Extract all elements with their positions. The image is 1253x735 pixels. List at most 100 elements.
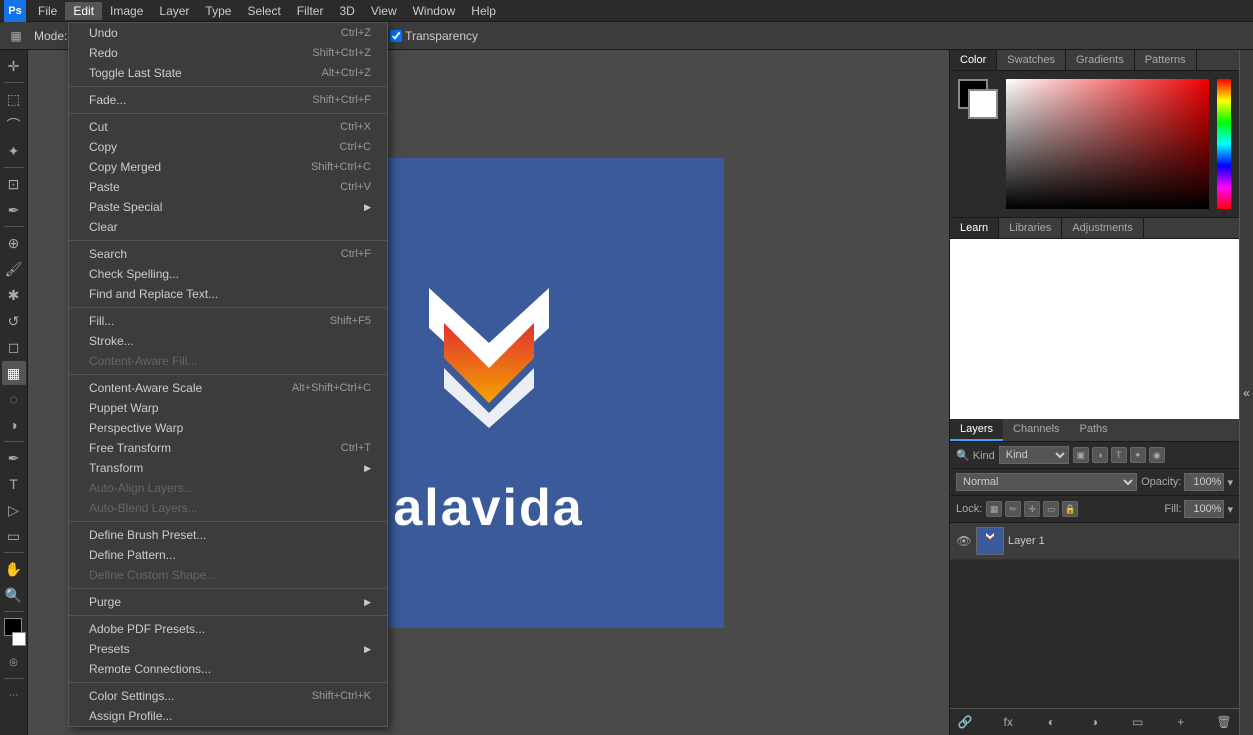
adjustment-layer-icon[interactable]: ◑	[1085, 713, 1103, 731]
tool-move[interactable]: ✛	[2, 54, 26, 78]
menu-item-toggle-last-state[interactable]: Toggle Last StateAlt+Ctrl+Z	[69, 63, 387, 83]
menu-item-paste-special[interactable]: Paste Special	[69, 197, 387, 217]
lock-all-icon[interactable]: 🔒	[1062, 501, 1078, 517]
menu-item-clear[interactable]: Clear	[69, 217, 387, 237]
tool-magic-wand[interactable]: ✦	[2, 139, 26, 163]
menu-item-copy-merged[interactable]: Copy MergedShift+Ctrl+C	[69, 157, 387, 177]
filter-type-icon[interactable]: T	[1111, 447, 1127, 463]
tab-paths[interactable]: Paths	[1070, 419, 1118, 441]
menu-item-search[interactable]: SearchCtrl+F	[69, 244, 387, 264]
tab-layers[interactable]: Layers	[950, 419, 1003, 441]
tool-extra[interactable]: ⋯	[2, 683, 26, 707]
tool-healing[interactable]: ⊕	[2, 231, 26, 255]
filter-kind-select[interactable]: Kind	[999, 446, 1069, 464]
menu-help[interactable]: Help	[463, 2, 504, 20]
lock-move-icon[interactable]: ✛	[1024, 501, 1040, 517]
tab-libraries[interactable]: Libraries	[999, 218, 1062, 238]
menu-select[interactable]: Select	[239, 2, 288, 20]
lock-artboard-icon[interactable]: ▭	[1043, 501, 1059, 517]
menu-item-puppet-warp[interactable]: Puppet Warp	[69, 398, 387, 418]
tab-patterns[interactable]: Patterns	[1135, 50, 1197, 70]
tool-hand[interactable]: ✋	[2, 557, 26, 581]
menu-item-color-settings---[interactable]: Color Settings...Shift+Ctrl+K	[69, 686, 387, 706]
transparency-checkbox-label[interactable]: Transparency	[390, 29, 478, 43]
tab-adjustments[interactable]: Adjustments	[1062, 218, 1144, 238]
tool-clone[interactable]: ✱	[2, 283, 26, 307]
menu-item-fill---[interactable]: Fill...Shift+F5	[69, 311, 387, 331]
color-gradient-picker[interactable]	[1006, 79, 1209, 209]
tab-channels[interactable]: Channels	[1003, 419, 1069, 441]
menu-item-stroke---[interactable]: Stroke...	[69, 331, 387, 351]
tool-zoom[interactable]: 🔍	[2, 583, 26, 607]
background-color-box[interactable]	[968, 89, 998, 119]
tab-gradients[interactable]: Gradients	[1066, 50, 1135, 70]
menu-item-content-aware-scale[interactable]: Content-Aware ScaleAlt+Shift+Ctrl+C	[69, 378, 387, 398]
menu-item-assign-profile---[interactable]: Assign Profile...	[69, 706, 387, 726]
menu-item-undo[interactable]: UndoCtrl+Z	[69, 23, 387, 43]
tab-learn[interactable]: Learn	[950, 218, 999, 238]
opacity-arrow[interactable]: ▾	[1227, 476, 1233, 489]
tool-type[interactable]: T	[2, 472, 26, 496]
tool-eyedropper[interactable]: ✒	[2, 198, 26, 222]
menu-window[interactable]: Window	[405, 2, 464, 20]
new-group-icon[interactable]: ▭	[1129, 713, 1147, 731]
add-mask-icon[interactable]: ◐	[1042, 713, 1060, 731]
tool-gradient[interactable]: ▦	[2, 361, 26, 385]
filter-smart-icon[interactable]: ✦	[1130, 447, 1146, 463]
tool-history-brush[interactable]: ↺	[2, 309, 26, 333]
add-style-icon[interactable]: fx	[999, 713, 1017, 731]
menu-item-define-pattern---[interactable]: Define Pattern...	[69, 545, 387, 565]
tool-crop[interactable]: ⊡	[2, 172, 26, 196]
menu-edit[interactable]: Edit	[65, 2, 102, 20]
background-color-swatch[interactable]	[12, 632, 26, 646]
tab-swatches[interactable]: Swatches	[997, 50, 1066, 70]
menu-item-purge[interactable]: Purge	[69, 592, 387, 612]
tool-shape[interactable]: ▭	[2, 524, 26, 548]
transparency-checkbox[interactable]	[390, 30, 402, 42]
menu-item-remote-connections---[interactable]: Remote Connections...	[69, 659, 387, 679]
menu-type[interactable]: Type	[197, 2, 239, 20]
menu-item-fade---[interactable]: Fade...Shift+Ctrl+F	[69, 90, 387, 110]
menu-file[interactable]: File	[30, 2, 65, 20]
menu-filter[interactable]: Filter	[289, 2, 332, 20]
link-layers-icon[interactable]: 🔗	[956, 713, 974, 731]
menu-item-transform[interactable]: Transform	[69, 458, 387, 478]
tab-color[interactable]: Color	[950, 50, 997, 70]
lock-paint-icon[interactable]: ✏	[1005, 501, 1021, 517]
filter-pixel-icon[interactable]: ▣	[1073, 447, 1089, 463]
lock-transparent-icon[interactable]: ▦	[986, 501, 1002, 517]
menu-item-paste[interactable]: PasteCtrl+V	[69, 177, 387, 197]
opacity-input[interactable]	[1184, 473, 1224, 491]
blend-mode-select[interactable]: Normal	[956, 473, 1137, 491]
layer-visibility-toggle[interactable]: 👁	[956, 533, 972, 549]
tool-blur[interactable]: ◌	[2, 387, 26, 411]
menu-item-perspective-warp[interactable]: Perspective Warp	[69, 418, 387, 438]
color-hue-bar[interactable]	[1217, 79, 1231, 209]
tool-lasso[interactable]: ⌒	[2, 113, 26, 137]
menu-item-presets[interactable]: Presets	[69, 639, 387, 659]
tool-pen[interactable]: ✒	[2, 446, 26, 470]
layer-item[interactable]: 👁 Layer 1	[950, 523, 1239, 560]
menu-item-redo[interactable]: RedoShift+Ctrl+Z	[69, 43, 387, 63]
menu-item-check-spelling---[interactable]: Check Spelling...	[69, 264, 387, 284]
tool-eraser[interactable]: ◻	[2, 335, 26, 359]
tool-dodge[interactable]: ◑	[2, 413, 26, 437]
menu-layer[interactable]: Layer	[151, 2, 197, 20]
filter-color-icon[interactable]: ◉	[1149, 447, 1165, 463]
menu-image[interactable]: Image	[102, 2, 151, 20]
fill-arrow[interactable]: ▾	[1227, 503, 1233, 516]
tool-marquee[interactable]: ⬚	[2, 87, 26, 111]
menu-item-cut[interactable]: CutCtrl+X	[69, 117, 387, 137]
menu-3d[interactable]: 3D	[331, 2, 362, 20]
tool-brush[interactable]: 🖌	[2, 257, 26, 281]
fill-input[interactable]	[1184, 500, 1224, 518]
tool-path[interactable]: ▷	[2, 498, 26, 522]
new-layer-icon[interactable]: +	[1172, 713, 1190, 731]
menu-view[interactable]: View	[363, 2, 405, 20]
tool-quick-mask[interactable]: ◎	[2, 650, 26, 674]
menu-item-copy[interactable]: CopyCtrl+C	[69, 137, 387, 157]
menu-item-define-brush-preset---[interactable]: Define Brush Preset...	[69, 525, 387, 545]
filter-adjustment-icon[interactable]: ◑	[1092, 447, 1108, 463]
right-collapse-btn[interactable]: «	[1239, 50, 1253, 735]
menu-item-free-transform[interactable]: Free TransformCtrl+T	[69, 438, 387, 458]
